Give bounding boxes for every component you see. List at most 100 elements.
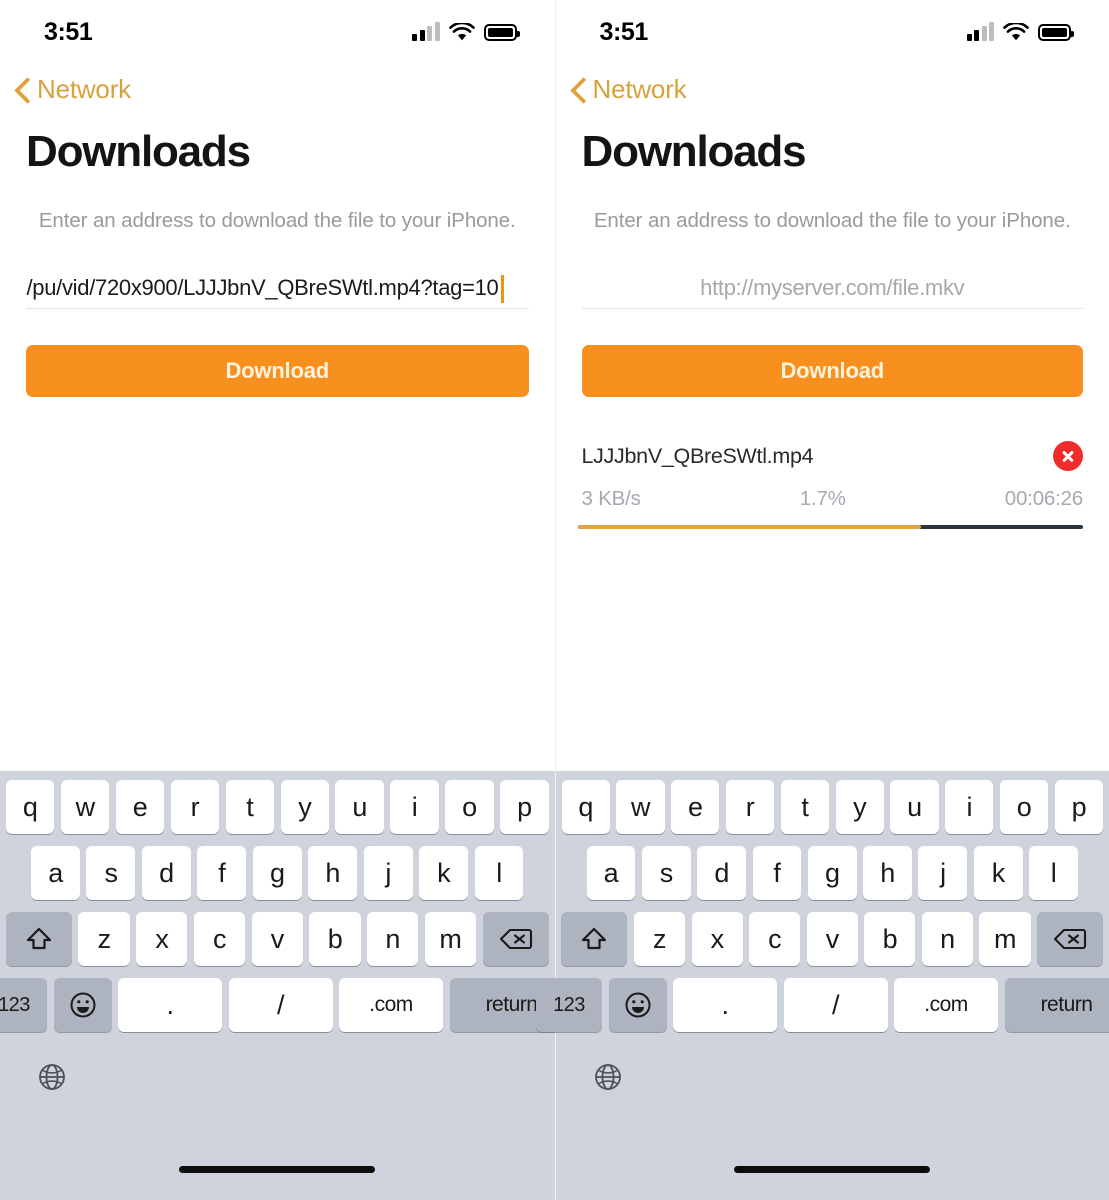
- key-u[interactable]: u: [890, 780, 939, 834]
- key-l[interactable]: l: [474, 846, 524, 900]
- key-t[interactable]: t: [780, 780, 829, 834]
- globe-icon[interactable]: [593, 1062, 623, 1092]
- download-item-header: LJJJbnV_QBreSWtl.mp4: [570, 441, 1083, 471]
- key-u[interactable]: u: [335, 780, 384, 834]
- key-f[interactable]: f: [197, 846, 247, 900]
- key-x[interactable]: x: [136, 912, 188, 966]
- home-indicator[interactable]: [734, 1166, 931, 1173]
- home-indicator[interactable]: [179, 1166, 376, 1173]
- key-q[interactable]: q: [561, 780, 610, 834]
- key-r[interactable]: r: [725, 780, 775, 834]
- key-f[interactable]: f: [752, 846, 802, 900]
- battery-icon: [1038, 23, 1074, 41]
- key-a[interactable]: a: [586, 846, 636, 900]
- keyboard-bottom-bar: [559, 1044, 1107, 1110]
- left-phone-screen: 3:51 Network Downloads Enter an address …: [0, 0, 574, 1200]
- key-t[interactable]: t: [225, 780, 274, 834]
- key-b[interactable]: b: [864, 912, 916, 966]
- url-input-field[interactable]: 052672/pu/vid/720x900/LJJJbnV_QBreSWtl.m…: [26, 265, 529, 309]
- key-v[interactable]: v: [251, 912, 303, 966]
- download-list-item: LJJJbnV_QBreSWtl.mp4 3 KB/s 1.7% 00:06:2…: [570, 441, 1084, 529]
- key-z[interactable]: z: [78, 912, 130, 966]
- wifi-icon: [448, 22, 475, 40]
- period-key[interactable]: .: [673, 978, 777, 1032]
- key-o[interactable]: o: [445, 780, 494, 834]
- shift-arrow-icon[interactable]: [561, 912, 628, 966]
- key-v[interactable]: v: [806, 912, 858, 966]
- key-h[interactable]: h: [308, 846, 358, 900]
- download-button-label: Download: [780, 358, 884, 383]
- backspace-icon[interactable]: [1037, 912, 1104, 966]
- key-r[interactable]: r: [170, 780, 220, 834]
- home-indicator-area: [555, 1166, 1109, 1200]
- key-p[interactable]: p: [1054, 780, 1103, 834]
- onscreen-keyboard: q w e r t y u i o p a s d f g h j k l z …: [0, 771, 574, 1166]
- key-p[interactable]: p: [500, 780, 549, 834]
- shift-arrow-icon[interactable]: [5, 912, 72, 966]
- key-y[interactable]: y: [835, 780, 884, 834]
- key-c[interactable]: c: [749, 912, 801, 966]
- key-g[interactable]: g: [252, 846, 302, 900]
- key-m[interactable]: m: [424, 912, 477, 966]
- status-bar: 3:51: [556, 0, 1109, 64]
- keyboard-row-2: a s d f g h j k l: [3, 846, 552, 900]
- download-button[interactable]: Download: [581, 345, 1083, 397]
- key-i[interactable]: i: [390, 780, 439, 834]
- numbers-key[interactable]: 123: [0, 978, 47, 1032]
- emoji-smiley-icon[interactable]: [608, 978, 667, 1032]
- key-i[interactable]: i: [945, 780, 994, 834]
- key-y[interactable]: y: [280, 780, 329, 834]
- key-m[interactable]: m: [979, 912, 1031, 966]
- period-key[interactable]: .: [118, 978, 222, 1032]
- key-a[interactable]: a: [31, 846, 80, 900]
- back-button-label: Network: [592, 74, 687, 104]
- key-l[interactable]: l: [1029, 846, 1078, 900]
- backspace-icon[interactable]: [482, 912, 549, 966]
- key-e[interactable]: e: [115, 780, 165, 834]
- slash-key[interactable]: /: [783, 978, 888, 1032]
- dotcom-key[interactable]: .com: [894, 978, 998, 1032]
- return-key[interactable]: return: [1004, 978, 1109, 1032]
- key-w[interactable]: w: [616, 780, 665, 834]
- key-s[interactable]: s: [86, 846, 136, 900]
- key-n[interactable]: n: [921, 912, 973, 966]
- dotcom-key[interactable]: .com: [339, 978, 443, 1032]
- slash-key[interactable]: /: [228, 978, 333, 1032]
- cellular-signal-icon: [412, 22, 440, 41]
- key-s[interactable]: s: [641, 846, 691, 900]
- close-circle-icon[interactable]: [1053, 441, 1083, 471]
- key-c[interactable]: c: [193, 912, 246, 966]
- dual-screenshot-comparison: 3:51 Network Downloads Enter an address …: [0, 0, 1109, 1200]
- back-to-network-button[interactable]: Network: [0, 64, 555, 105]
- key-k[interactable]: k: [973, 846, 1023, 900]
- key-d[interactable]: d: [141, 846, 191, 900]
- emoji-smiley-icon[interactable]: [53, 978, 112, 1032]
- key-j[interactable]: j: [918, 846, 968, 900]
- globe-icon[interactable]: [37, 1062, 67, 1092]
- key-b[interactable]: b: [309, 912, 361, 966]
- download-item-stats: 3 KB/s 1.7% 00:06:26: [570, 487, 1084, 511]
- key-j[interactable]: j: [363, 846, 413, 900]
- key-n[interactable]: n: [367, 912, 419, 966]
- download-percent: 1.7%: [799, 487, 846, 510]
- key-e[interactable]: e: [671, 780, 720, 834]
- key-q[interactable]: q: [5, 780, 55, 834]
- key-z[interactable]: z: [633, 912, 686, 966]
- url-input-field[interactable]: http://myserver.com/file.mkv: [581, 265, 1083, 309]
- key-x[interactable]: x: [691, 912, 743, 966]
- key-o[interactable]: o: [999, 780, 1049, 834]
- numbers-key[interactable]: 123: [536, 978, 602, 1032]
- key-k[interactable]: k: [419, 846, 469, 900]
- key-g[interactable]: g: [807, 846, 857, 900]
- back-to-network-button[interactable]: Network: [556, 64, 1109, 105]
- page-title: Downloads: [26, 127, 251, 176]
- home-indicator-area: [0, 1166, 555, 1200]
- download-button[interactable]: Download: [26, 345, 529, 397]
- keyboard-row-4: 123 . / .com return: [536, 978, 1109, 1032]
- key-w[interactable]: w: [60, 780, 110, 834]
- key-d[interactable]: d: [697, 846, 746, 900]
- key-h[interactable]: h: [863, 846, 912, 900]
- status-icons: [966, 22, 1074, 42]
